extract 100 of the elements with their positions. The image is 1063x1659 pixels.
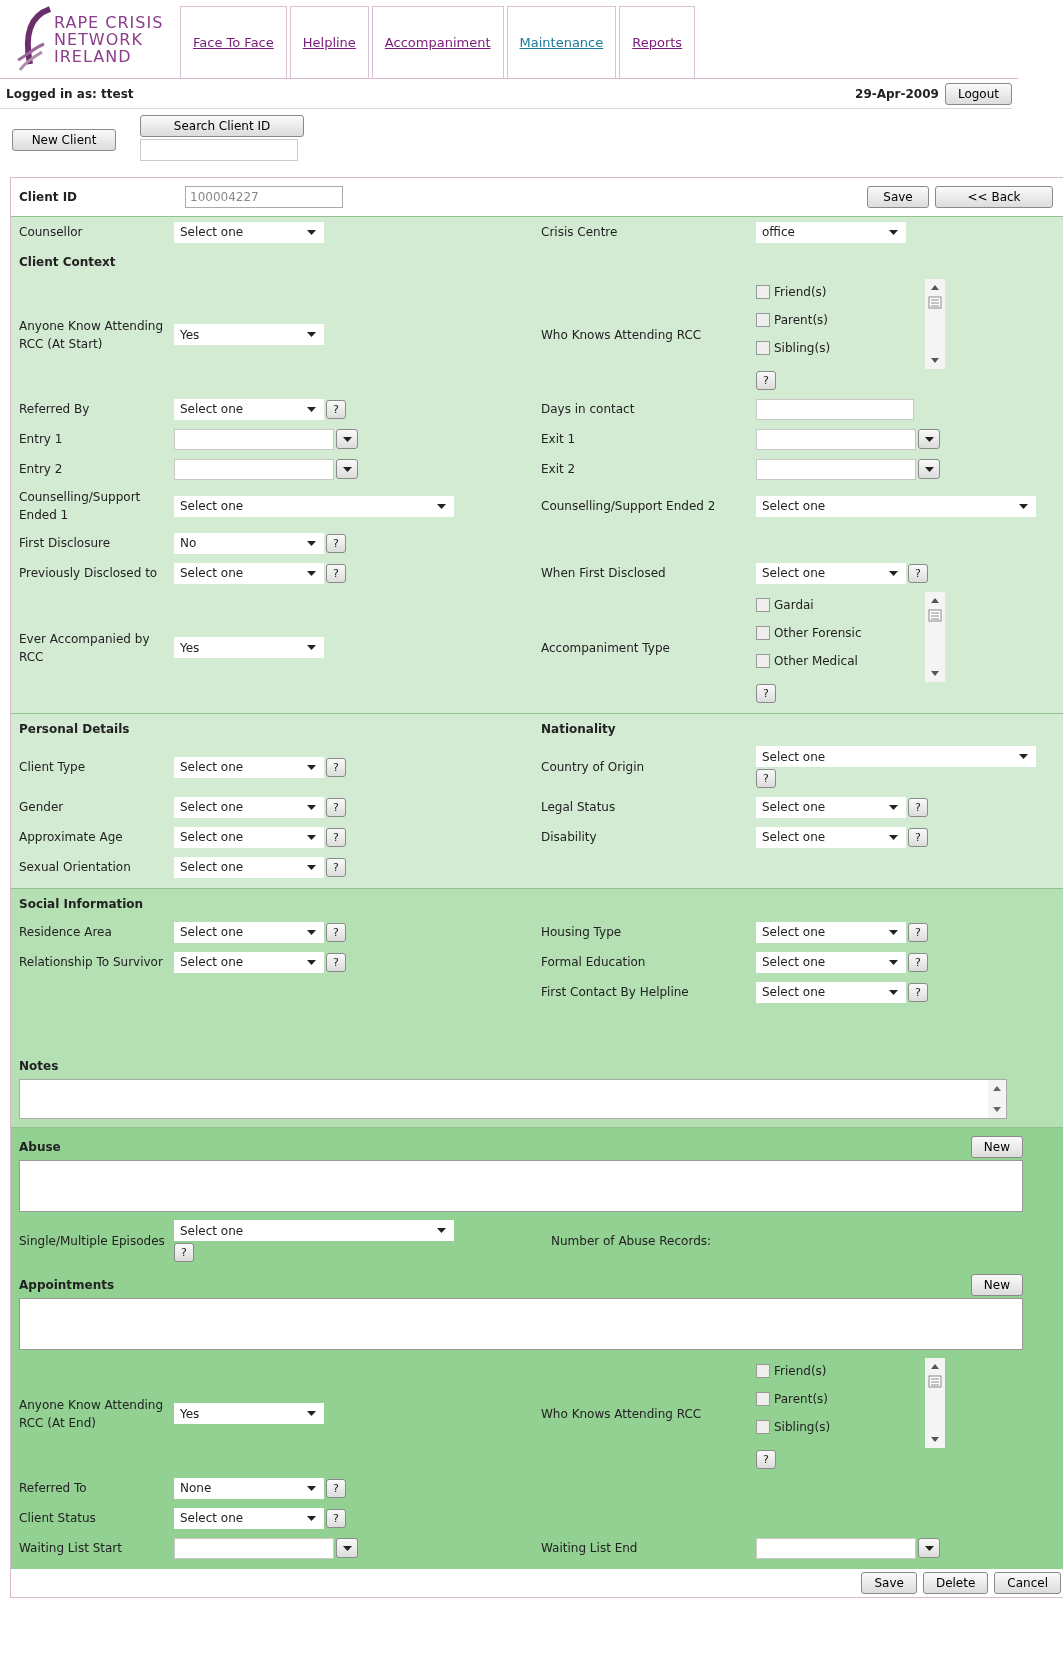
- date-picker-button[interactable]: [918, 459, 940, 479]
- checkbox[interactable]: [756, 341, 770, 355]
- footer-button[interactable]: Cancel: [994, 1572, 1061, 1594]
- checkbox[interactable]: [756, 1420, 770, 1434]
- caret-icon: [889, 989, 898, 995]
- help-button[interactable]: ?: [908, 982, 928, 1002]
- help-button[interactable]: ?: [326, 533, 346, 553]
- dropdown[interactable]: Yes: [174, 324, 324, 345]
- field-label: Single/Multiple Episodes: [19, 1233, 166, 1250]
- nav-tab[interactable]: Face To Face: [180, 6, 287, 78]
- dropdown[interactable]: Select one: [174, 951, 324, 973]
- dropdown[interactable]: Select one: [174, 921, 324, 943]
- help-button[interactable]: ?: [908, 922, 928, 942]
- help-button[interactable]: ?: [908, 827, 928, 847]
- new-button[interactable]: New: [970, 1274, 1023, 1296]
- dropdown[interactable]: Select one: [756, 921, 906, 943]
- caret-icon: [307, 959, 316, 965]
- help-button[interactable]: ?: [326, 399, 346, 419]
- nav-tab[interactable]: Maintenance: [506, 6, 617, 78]
- footer-button[interactable]: Save: [861, 1572, 917, 1594]
- scrollbar[interactable]: [988, 1080, 1006, 1118]
- checkbox[interactable]: [756, 313, 770, 327]
- help-button[interactable]: ?: [756, 1450, 776, 1469]
- checkbox[interactable]: [756, 598, 770, 612]
- help-button[interactable]: ?: [326, 563, 346, 583]
- help-button[interactable]: ?: [326, 1508, 346, 1528]
- dropdown[interactable]: Select one: [756, 826, 906, 848]
- dropdown[interactable]: Yes: [174, 637, 324, 658]
- field-label: Referred To: [19, 1480, 88, 1497]
- nav-tab[interactable]: Reports: [619, 6, 696, 78]
- dropdown[interactable]: Select one: [174, 796, 324, 818]
- date-picker-button[interactable]: [918, 1538, 940, 1558]
- dropdown[interactable]: Select one: [756, 746, 1036, 767]
- date-picker-button[interactable]: [336, 459, 358, 479]
- date-field[interactable]: [174, 1537, 334, 1559]
- date-picker-button[interactable]: [336, 429, 358, 449]
- text-field[interactable]: [756, 398, 914, 420]
- search-field[interactable]: [140, 139, 298, 161]
- dropdown[interactable]: Select one: [174, 562, 324, 584]
- help-button[interactable]: ?: [756, 371, 776, 390]
- help-button[interactable]: ?: [326, 952, 346, 972]
- dropdown[interactable]: Select one: [174, 756, 324, 778]
- date-picker-button[interactable]: [336, 1538, 358, 1558]
- list-box[interactable]: [19, 1298, 1023, 1350]
- scrollbar[interactable]: [925, 279, 945, 369]
- dropdown[interactable]: Select one: [174, 856, 324, 878]
- field-label: Entry 1: [19, 431, 64, 448]
- scrollbar[interactable]: [925, 592, 945, 682]
- back-button[interactable]: << Back: [935, 186, 1053, 208]
- dropdown[interactable]: Select one: [756, 562, 906, 584]
- date-field[interactable]: [756, 428, 916, 450]
- new-button[interactable]: New: [970, 1136, 1023, 1158]
- new-client-button[interactable]: New Client: [12, 129, 116, 151]
- search-client-id-button[interactable]: Search Client ID: [140, 115, 304, 137]
- date-field[interactable]: [756, 458, 916, 480]
- checkbox[interactable]: [756, 1392, 770, 1406]
- checkbox[interactable]: [756, 626, 770, 640]
- nav-tab[interactable]: Helpline: [289, 6, 369, 78]
- dropdown[interactable]: Yes: [174, 1403, 324, 1424]
- date-field[interactable]: [174, 458, 334, 480]
- caret-icon: [1019, 503, 1028, 509]
- checkbox[interactable]: [756, 285, 770, 299]
- logout-button[interactable]: Logout: [944, 82, 1012, 105]
- dropdown[interactable]: Select one: [174, 826, 324, 848]
- help-button[interactable]: ?: [908, 563, 928, 583]
- save-button[interactable]: Save: [867, 186, 929, 208]
- dropdown[interactable]: Select one: [756, 951, 906, 973]
- help-button[interactable]: ?: [326, 757, 346, 777]
- date-picker-button[interactable]: [918, 429, 940, 449]
- dropdown[interactable]: No: [174, 532, 324, 554]
- dropdown[interactable]: Select one: [756, 796, 906, 818]
- dropdown[interactable]: Select one: [174, 1220, 454, 1241]
- help-button[interactable]: ?: [756, 769, 776, 788]
- help-button[interactable]: ?: [326, 922, 346, 942]
- help-button[interactable]: ?: [326, 857, 346, 877]
- scrollbar[interactable]: [925, 1358, 945, 1448]
- help-button[interactable]: ?: [756, 684, 776, 703]
- list-box[interactable]: [19, 1160, 1023, 1212]
- dropdown[interactable]: Select one: [756, 981, 906, 1003]
- notes-field[interactable]: [19, 1079, 1007, 1119]
- dropdown[interactable]: Select one: [756, 495, 1036, 517]
- checkbox[interactable]: [756, 1364, 770, 1378]
- help-button[interactable]: ?: [326, 797, 346, 817]
- dropdown[interactable]: Select one: [174, 398, 324, 420]
- dropdown[interactable]: Select one: [174, 221, 324, 243]
- help-button[interactable]: ?: [326, 1478, 346, 1498]
- dropdown[interactable]: office: [756, 221, 906, 243]
- help-button[interactable]: ?: [326, 827, 346, 847]
- date-field[interactable]: [174, 428, 334, 450]
- footer-button[interactable]: Delete: [922, 1572, 989, 1594]
- help-button[interactable]: ?: [908, 797, 928, 817]
- nav-tab[interactable]: Accompaniment: [371, 6, 504, 78]
- field-label: Relationship To Survivor: [19, 954, 164, 971]
- checkbox[interactable]: [756, 654, 770, 668]
- help-button[interactable]: ?: [908, 952, 928, 972]
- dropdown[interactable]: None: [174, 1477, 324, 1499]
- dropdown[interactable]: Select one: [174, 495, 454, 517]
- dropdown[interactable]: Select one: [174, 1507, 324, 1529]
- date-field[interactable]: [756, 1537, 916, 1559]
- help-button[interactable]: ?: [174, 1243, 194, 1262]
